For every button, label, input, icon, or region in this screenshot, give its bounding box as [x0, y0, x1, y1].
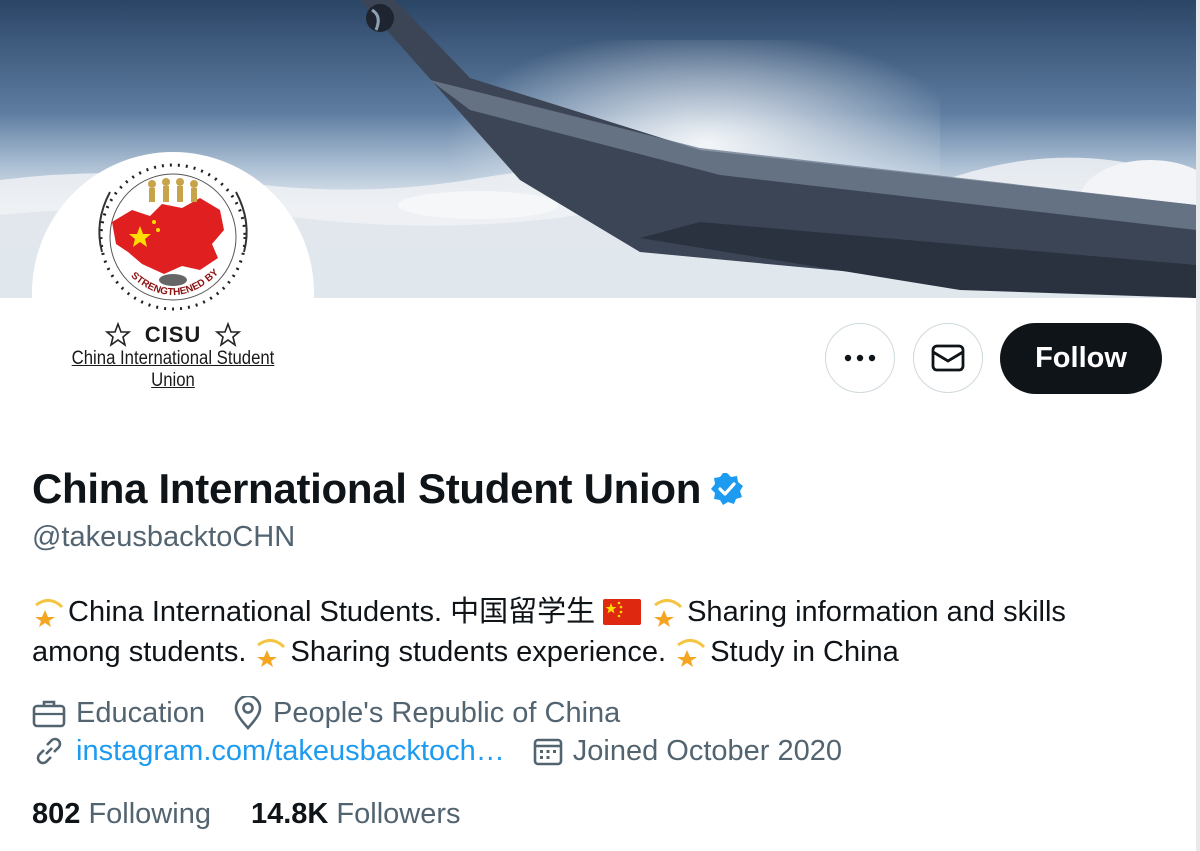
envelope-icon: [931, 344, 965, 372]
bio-part-1: China International Students. 中国留学生: [68, 596, 596, 628]
profile-avatar[interactable]: STRENGTHENED BY DIVERSITY CISU China Int…: [32, 152, 314, 434]
dizzy-star-icon: [654, 599, 683, 627]
location-item: People's Republic of China: [233, 696, 620, 730]
profile-stats: 802 Following 14.8K Followers: [32, 798, 501, 831]
dizzy-star-icon: [677, 639, 706, 667]
website-link[interactable]: instagram.com/takeusbacktoch…: [76, 735, 505, 768]
logo-acronym: CISU: [144, 322, 202, 347]
profile-meta-row-2: instagram.com/takeusbacktoch… Joined Oct…: [32, 734, 870, 768]
follow-button[interactable]: Follow: [1000, 323, 1162, 394]
more-options-button[interactable]: [825, 323, 895, 393]
calendar-icon: [533, 738, 563, 766]
column-border: [1196, 0, 1200, 851]
message-button[interactable]: [913, 323, 983, 393]
category-label: Education: [76, 696, 205, 729]
profile-bio: China International Students. 中国留学生 Shari…: [32, 592, 1162, 672]
verified-badge-icon[interactable]: [709, 471, 745, 507]
following-label: Following: [88, 798, 211, 830]
website-item[interactable]: instagram.com/takeusbacktoch…: [32, 734, 505, 768]
followers-count: 14.8K: [250, 798, 329, 830]
followers-stat[interactable]: 14.8K Followers: [251, 798, 461, 831]
joined-label: Joined October 2020: [572, 734, 842, 767]
china-flag-icon: [603, 599, 642, 625]
following-stat[interactable]: 802 Following: [32, 798, 211, 831]
more-icon: [844, 354, 876, 362]
dizzy-star-icon: [257, 639, 286, 667]
bio-part-4: Study in China: [710, 636, 899, 668]
followers-label: Followers: [336, 798, 461, 830]
bio-part-3: Sharing students experience.: [290, 636, 667, 668]
dizzy-star-icon: [35, 599, 64, 627]
category-item: Education: [32, 697, 205, 730]
profile-meta-row-1: Education People's Republic of China: [32, 696, 648, 730]
location-pin-icon: [234, 696, 262, 730]
briefcase-icon: [32, 700, 66, 728]
name-row: China International Student Union: [32, 465, 745, 513]
following-count: 802: [32, 798, 81, 830]
display-name: China International Student Union: [32, 465, 702, 512]
location-label: People's Republic of China: [273, 696, 621, 729]
joined-item: Joined October 2020: [533, 735, 842, 768]
profile-handle: @takeusbacktoCHN: [32, 521, 296, 553]
link-icon: [36, 737, 62, 765]
logo-name: China International Student Union: [71, 348, 275, 391]
